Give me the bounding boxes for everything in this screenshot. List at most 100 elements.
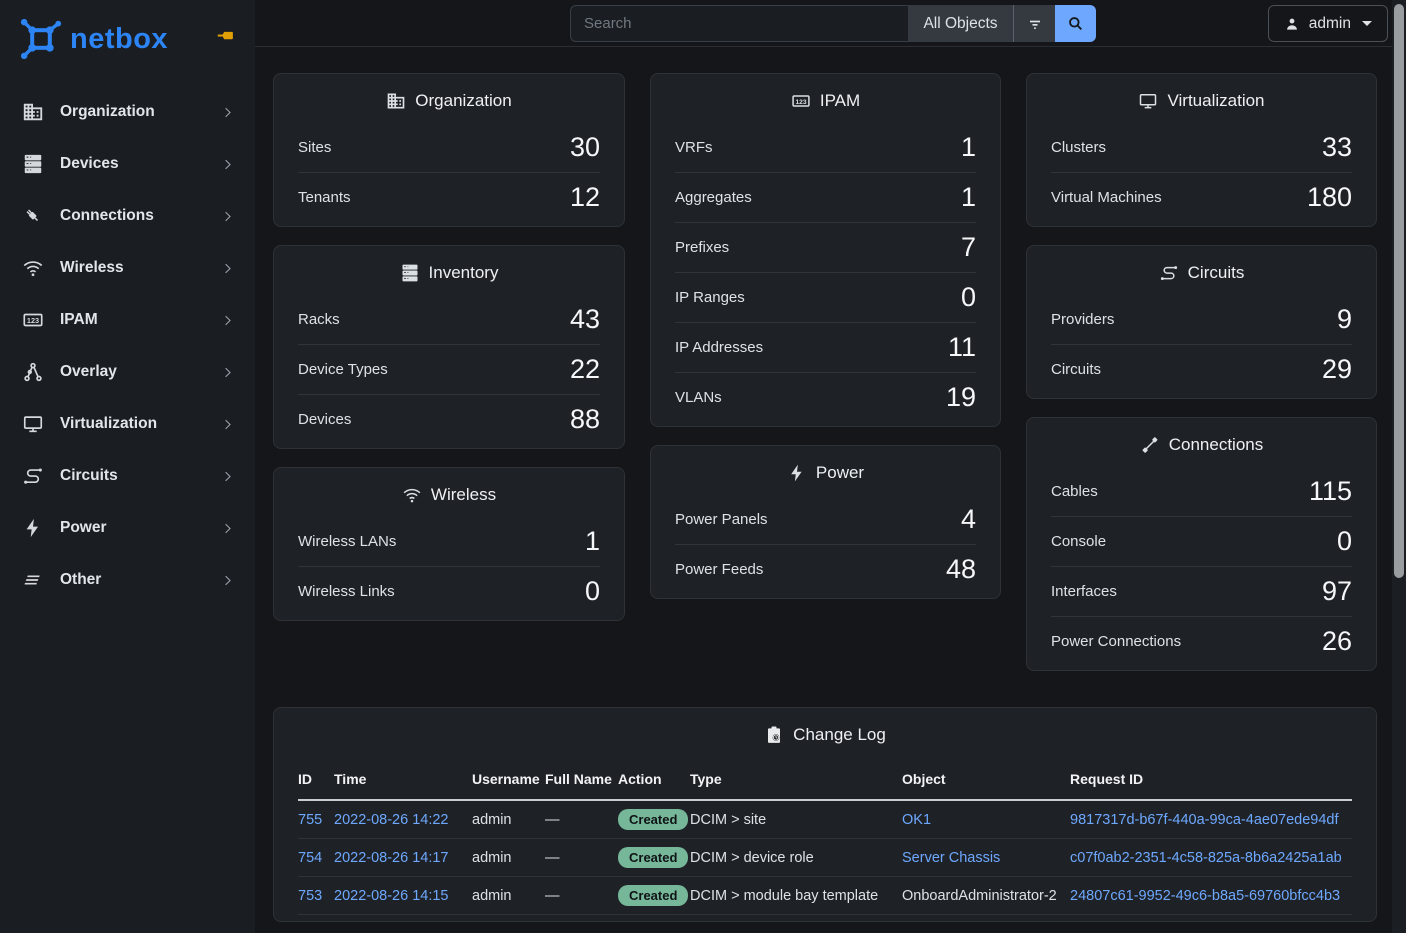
stat-label: Virtual Machines — [1051, 189, 1162, 206]
stat-value[interactable]: 0 — [1337, 526, 1352, 557]
sidebar-item-wireless[interactable]: Wireless — [0, 242, 255, 294]
counter-icon: 123 — [791, 91, 811, 111]
cell-request-id: 9817317d-b67f-440a-99ca-4ae07ede94df — [1070, 800, 1352, 839]
sidebar-item-circuits[interactable]: Circuits — [0, 450, 255, 502]
stat-value[interactable]: 22 — [570, 354, 600, 385]
stat-value[interactable]: 1 — [961, 182, 976, 213]
stat-value[interactable]: 19 — [946, 382, 976, 413]
card-title: Connections — [1169, 435, 1264, 455]
pin-sidebar-icon[interactable] — [215, 25, 237, 47]
stat-rows: Racks43Device Types22Devices88 — [298, 294, 600, 448]
changelog-row: 7542022-08-26 14:17admin—CreatedDCIM > d… — [298, 839, 1352, 877]
filter-icon — [1025, 14, 1045, 34]
stat-value[interactable]: 43 — [570, 304, 600, 335]
brand-name[interactable]: netbox — [70, 23, 168, 56]
stat-value[interactable]: 11 — [948, 332, 976, 363]
stat-value[interactable]: 33 — [1322, 132, 1352, 163]
stat-row-tenants: Tenants 12 — [298, 172, 600, 222]
cell-full-name: — — [545, 800, 618, 839]
stat-rows: Providers9Circuits29 — [1051, 294, 1352, 398]
stat-value[interactable]: 30 — [570, 132, 600, 163]
chevron-right-icon — [220, 417, 235, 432]
cell-action: Created — [618, 800, 690, 839]
cell-link[interactable]: 24807c61-9952-49c6-b8a5-69760bfcc4b3 — [1070, 888, 1340, 904]
scrollbar-track[interactable] — [1392, 0, 1406, 933]
cell-link[interactable]: 2022-08-26 14:15 — [334, 888, 449, 904]
counter-icon: 123 — [22, 309, 44, 331]
sidebar-item-power[interactable]: Power — [0, 502, 255, 554]
stat-row-ip-addresses: IP Addresses11 — [675, 322, 976, 372]
cell-link[interactable]: 754 — [298, 850, 322, 866]
sidebar-item-label: Connections — [60, 207, 154, 225]
chevron-right-icon — [220, 313, 235, 328]
chevron-right-icon — [220, 209, 235, 224]
stat-rows: Cables115Console0Interfaces97Power Conne… — [1051, 466, 1352, 670]
cell-link[interactable]: 2022-08-26 14:17 — [334, 850, 449, 866]
cell-request-id: c07f0ab2-2351-4c58-825a-8b6a2425a1ab — [1070, 839, 1352, 877]
search-scope-dropdown[interactable]: All Objects — [908, 5, 1013, 42]
stat-row-console: Console0 — [1051, 516, 1352, 566]
stat-value[interactable]: 9 — [1337, 304, 1352, 335]
bolt-icon — [22, 517, 44, 539]
filter-button[interactable] — [1014, 5, 1055, 42]
cell-link[interactable]: 2022-08-26 14:22 — [334, 812, 449, 828]
cell-time: 2022-08-26 14:15 — [334, 877, 472, 915]
sidebar-item-devices[interactable]: Devices — [0, 138, 255, 190]
card-title: IPAM — [820, 91, 860, 111]
column-header-full-name: Full Name — [545, 760, 618, 800]
stat-value[interactable]: 97 — [1322, 576, 1352, 607]
stat-label: Tenants — [298, 189, 351, 206]
scrollbar-thumb[interactable] — [1394, 4, 1404, 578]
card-header: Circuits — [1027, 246, 1376, 294]
chevron-right-icon — [220, 261, 235, 276]
stat-row-cables: Cables115 — [1051, 466, 1352, 516]
stat-value[interactable]: 7 — [961, 232, 976, 263]
changelog-table: IDTimeUsernameFull NameActionTypeObjectR… — [298, 760, 1352, 915]
stat-label: VRFs — [675, 139, 713, 156]
sidebar-item-overlay[interactable]: Overlay — [0, 346, 255, 398]
stat-value[interactable]: 12 — [570, 182, 600, 213]
stat-label: Providers — [1051, 311, 1114, 328]
card-virtualization: VirtualizationClusters33Virtual Machines… — [1026, 73, 1377, 227]
card-title: Organization — [415, 91, 511, 111]
stat-row-power-panels: Power Panels4 — [675, 494, 976, 544]
sidebar-item-other[interactable]: Other — [0, 554, 255, 606]
stat-value[interactable]: 4 — [961, 504, 976, 535]
cell-link[interactable]: c07f0ab2-2351-4c58-825a-8b6a2425a1ab — [1070, 850, 1342, 866]
netbox-logo-icon[interactable] — [18, 16, 64, 62]
stat-value[interactable]: 26 — [1322, 626, 1352, 657]
stat-value[interactable]: 1 — [961, 132, 976, 163]
search-scope-label: All Objects — [923, 15, 997, 33]
sidebar-item-virtualization[interactable]: Virtualization — [0, 398, 255, 450]
stat-label: IP Ranges — [675, 289, 745, 306]
stat-value[interactable]: 88 — [570, 404, 600, 435]
stat-value[interactable]: 29 — [1322, 354, 1352, 385]
cell-link[interactable]: OK1 — [902, 812, 931, 828]
stat-value[interactable]: 0 — [585, 576, 600, 607]
stat-value[interactable]: 0 — [961, 282, 976, 313]
search-button[interactable] — [1055, 5, 1096, 42]
changelog-row: 7532022-08-26 14:15admin—CreatedDCIM > m… — [298, 877, 1352, 915]
stat-row-ip-ranges: IP Ranges 0 — [675, 272, 976, 322]
stat-value[interactable]: 1 — [585, 526, 600, 557]
sidebar-item-ipam[interactable]: 123IPAM — [0, 294, 255, 346]
sidebar-item-connections[interactable]: Connections — [0, 190, 255, 242]
stat-value[interactable]: 48 — [946, 554, 976, 585]
column-header-object: Object — [902, 760, 1070, 800]
stat-row-virtual-machines: Virtual Machines 180 — [1051, 172, 1352, 222]
cell-link[interactable]: 753 — [298, 888, 322, 904]
cell-link[interactable]: Server Chassis — [902, 850, 1000, 866]
sidebar-item-label: Other — [60, 571, 101, 589]
cell-link[interactable]: 9817317d-b67f-440a-99ca-4ae07ede94df — [1070, 812, 1338, 828]
changelog-row: 7552022-08-26 14:22admin—CreatedDCIM > s… — [298, 800, 1352, 839]
stat-label: Racks — [298, 311, 340, 328]
search-input[interactable] — [570, 5, 908, 42]
stat-label: Aggregates — [675, 189, 752, 206]
card-ipam: 123IPAMVRFs1Aggregates1Prefixes7IP Range… — [650, 73, 1001, 427]
cell-link[interactable]: 755 — [298, 812, 322, 828]
stat-value[interactable]: 115 — [1309, 476, 1352, 507]
sidebar-item-organization[interactable]: Organization — [0, 86, 255, 138]
cell-id: 754 — [298, 839, 334, 877]
stat-value[interactable]: 180 — [1307, 182, 1352, 213]
user-menu-button[interactable]: admin — [1268, 5, 1388, 42]
